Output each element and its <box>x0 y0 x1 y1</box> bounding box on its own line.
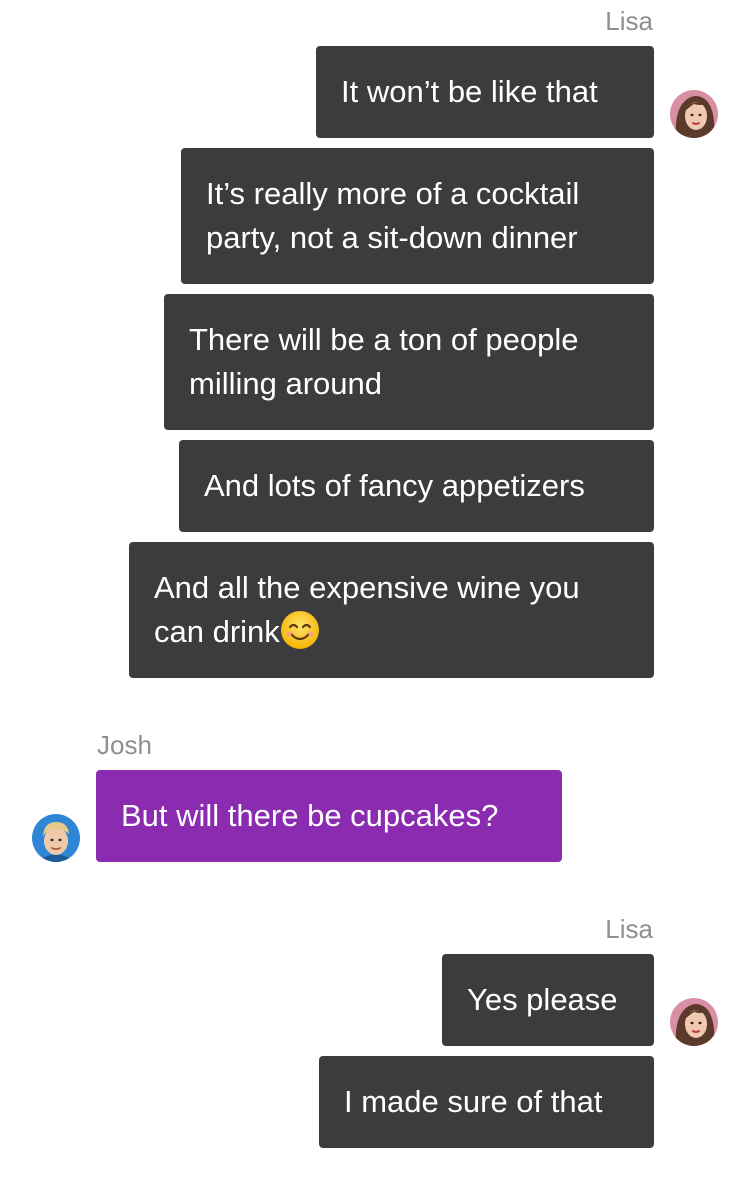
message-text: Yes please <box>467 982 618 1017</box>
message-bubble[interactable]: But will there be cupcakes? <box>96 770 562 862</box>
lisa-avatar[interactable] <box>670 90 718 138</box>
message-bubble[interactable]: I made sure of that <box>319 1056 654 1148</box>
message-text-line: can drink <box>154 610 629 654</box>
message-text: can drink <box>154 614 280 649</box>
message-text: It won’t be like that <box>341 74 598 109</box>
message-text-line: party, not a sit-down dinner <box>206 220 578 255</box>
message-text-line: milling around <box>189 366 382 401</box>
message-bubble[interactable]: And lots of fancy appetizers <box>179 440 654 532</box>
message-bubble[interactable]: And all the expensive wine you can drink <box>129 542 654 678</box>
sender-name-lisa: Lisa <box>605 914 653 944</box>
message-bubble[interactable]: It’s really more of a cocktail party, no… <box>181 148 654 284</box>
message-text: But will there be cupcakes? <box>121 798 499 833</box>
message-text-line: And all the expensive wine you <box>154 570 580 605</box>
message-text-line: It’s really more of a cocktail <box>206 176 580 211</box>
message-text-line: There will be a ton of people <box>189 322 579 357</box>
smiling-face-emoji-icon <box>280 610 320 650</box>
lisa-avatar[interactable] <box>670 998 718 1046</box>
message-text: And lots of fancy appetizers <box>204 468 585 503</box>
sender-name-lisa: Lisa <box>605 6 653 36</box>
sender-name-josh: Josh <box>97 730 152 760</box>
message-text: I made sure of that <box>344 1084 603 1119</box>
josh-avatar[interactable] <box>32 814 80 862</box>
message-bubble[interactable]: There will be a ton of people milling ar… <box>164 294 654 430</box>
message-bubble[interactable]: It won’t be like that <box>316 46 654 138</box>
message-bubble[interactable]: Yes please <box>442 954 654 1046</box>
